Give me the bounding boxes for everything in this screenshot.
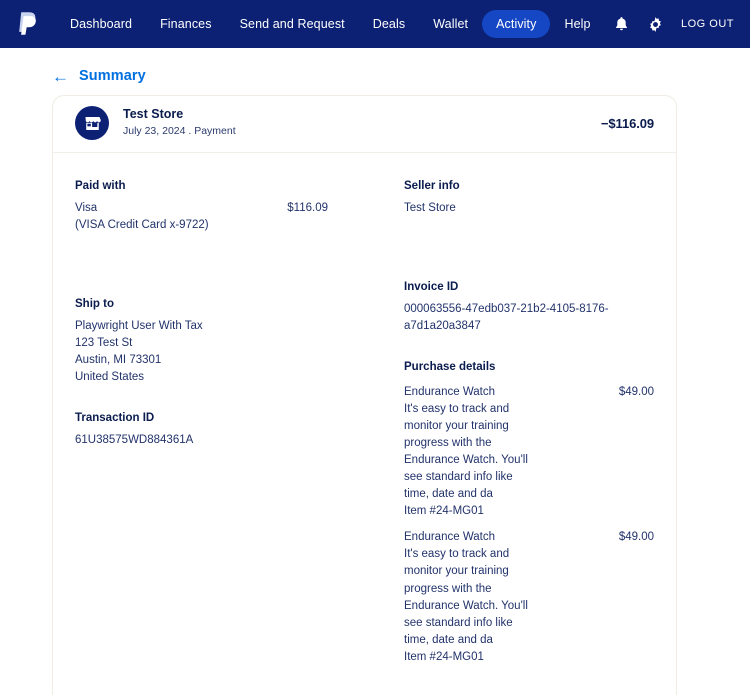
- top-navigation-bar: Dashboard Finances Send and Request Deal…: [0, 0, 750, 48]
- invoice-id-title: Invoice ID: [404, 281, 459, 294]
- transaction-detail-card: Test Store July 23, 2024 . Payment −$116…: [52, 95, 677, 695]
- merchant-name: Test Store: [123, 107, 184, 122]
- paid-with-method: Visa (VISA Credit Card x-9722): [75, 200, 209, 234]
- right-column: Seller info Test Store Invoice ID 000063…: [375, 178, 654, 695]
- transaction-header: Test Store July 23, 2024 . Payment −$116…: [53, 96, 676, 153]
- invoice-id-section: Invoice ID 000063556-47edb037-21b2-4105-…: [404, 279, 654, 335]
- purchase-item-description: It's easy to track and monitor your trai…: [404, 548, 528, 646]
- paid-with-amount: $116.09: [287, 202, 328, 215]
- settings-gear-icon[interactable]: [647, 15, 665, 33]
- totals-section: Amount $98.00 Shipping $10.00 Tax $8.09 …: [404, 692, 654, 695]
- ship-to-section: Ship to Playwright User With Tax 123 Tes…: [75, 296, 365, 386]
- seller-info-section: Seller info Test Store: [404, 178, 654, 217]
- purchase-item: Endurance Watch $49.00 It's easy to trac…: [404, 529, 654, 665]
- ship-to-line-1: Playwright User With Tax: [75, 320, 203, 333]
- paid-with-method-line1: Visa: [75, 202, 98, 215]
- purchase-details-title: Purchase details: [404, 361, 496, 374]
- purchase-item-name: Endurance Watch: [404, 386, 495, 399]
- paid-with-row: Visa (VISA Credit Card x-9722) $116.09: [75, 200, 365, 234]
- paid-with-method-line2: (VISA Credit Card x-9722): [75, 219, 209, 232]
- ship-to-title: Ship to: [75, 298, 114, 311]
- purchase-item-price: $49.00: [618, 531, 654, 544]
- nav-link-finances[interactable]: Finances: [146, 10, 226, 39]
- purchase-item-price: $49.00: [618, 386, 654, 399]
- purchase-item-sku: Item #24-MG01: [404, 505, 484, 518]
- notification-bell-icon[interactable]: [613, 15, 631, 33]
- ship-to-line-4: United States: [75, 371, 145, 384]
- purchase-item-sku: Item #24-MG01: [404, 650, 484, 663]
- back-to-summary-link[interactable]: ← Summary: [0, 48, 750, 86]
- nav-links: Dashboard Finances Send and Request Deal…: [56, 9, 605, 39]
- nav-right-actions: LOG OUT: [613, 0, 734, 48]
- paid-with-title: Paid with: [75, 180, 126, 192]
- back-link-label: Summary: [79, 68, 146, 84]
- transaction-id-value: 61U38575WD884361A: [75, 434, 194, 447]
- purchase-item-description: It's easy to track and monitor your trai…: [404, 403, 528, 501]
- nav-link-wallet[interactable]: Wallet: [419, 10, 482, 39]
- nav-link-help[interactable]: Help: [550, 10, 604, 39]
- seller-info-title: Seller info: [404, 180, 460, 192]
- nav-link-activity[interactable]: Activity: [482, 9, 551, 39]
- paid-with-section: Paid with Visa (VISA Credit Card x-9722)…: [75, 178, 365, 234]
- ship-to-line-3: Austin, MI 73301: [75, 354, 162, 367]
- nav-link-deals[interactable]: Deals: [359, 10, 419, 39]
- logout-button[interactable]: LOG OUT: [681, 18, 734, 30]
- transaction-body: Paid with Visa (VISA Credit Card x-9722)…: [53, 153, 676, 695]
- transaction-id-title: Transaction ID: [75, 412, 155, 425]
- transaction-date-type: July 23, 2024 . Payment: [123, 124, 236, 137]
- seller-info-name: Test Store: [404, 202, 456, 215]
- left-column: Paid with Visa (VISA Credit Card x-9722)…: [75, 178, 375, 695]
- total-row-amount: Amount $98.00: [404, 692, 654, 695]
- purchase-item-head: Endurance Watch $49.00: [404, 384, 654, 401]
- purchase-item: Endurance Watch $49.00 It's easy to trac…: [404, 384, 654, 520]
- storefront-icon: [75, 106, 109, 140]
- transaction-id-section: Transaction ID 61U38575WD884361A: [75, 410, 365, 449]
- nav-link-dashboard[interactable]: Dashboard: [56, 10, 146, 39]
- transaction-merchant-block: Test Store July 23, 2024 . Payment: [123, 107, 601, 139]
- purchase-details-section: Purchase details Endurance Watch $49.00 …: [404, 359, 654, 665]
- page-content: ← Summary Test Store July 23, 2024 . Pay…: [0, 48, 750, 695]
- nav-link-send-and-request[interactable]: Send and Request: [226, 10, 359, 39]
- transaction-amount: −$116.09: [600, 115, 654, 131]
- purchase-item-name: Endurance Watch: [404, 531, 495, 544]
- paypal-logo-icon[interactable]: [14, 9, 40, 39]
- purchase-item-head: Endurance Watch $49.00: [404, 529, 654, 546]
- ship-to-line-2: 123 Test St: [75, 337, 133, 350]
- back-arrow-icon: ←: [52, 66, 69, 86]
- invoice-id-value: 000063556-47edb037-21b2-4105-8176-a7d1a2…: [404, 303, 609, 333]
